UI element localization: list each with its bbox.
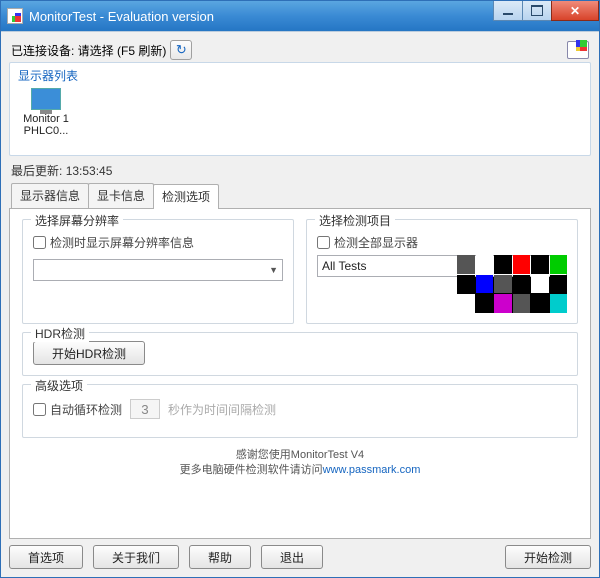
- tab-gpu-info[interactable]: 显卡信息: [88, 183, 154, 208]
- button-bar: 首选项 关于我们 帮助 退出 开始检测: [9, 539, 591, 569]
- resolution-group: 选择屏幕分辨率 检测时显示屏幕分辨率信息: [22, 219, 294, 324]
- start-test-button[interactable]: 开始检测: [505, 545, 591, 569]
- test-items-title: 选择检测项目: [315, 212, 395, 229]
- resolution-title: 选择屏幕分辨率: [31, 212, 123, 229]
- brand-icon: [567, 41, 589, 59]
- tabs-area: 显示器信息 显卡信息 检测选项 选择屏幕分辨率 检测时显示屏幕分辨率信息: [9, 183, 591, 539]
- resolution-dropdown[interactable]: [33, 259, 283, 281]
- monitor-icon: [31, 88, 61, 110]
- close-button[interactable]: [551, 1, 599, 21]
- hdr-group: HDR检测 开始HDR检测: [22, 332, 578, 376]
- content-area: 已连接设备: 请选择 (F5 刷新) ↻ 显示器列表 Monitor 1 PHL…: [1, 31, 599, 577]
- tab-test-options[interactable]: 检测选项: [153, 184, 219, 209]
- start-hdr-button[interactable]: 开始HDR检测: [33, 341, 145, 365]
- all-monitors-checkbox[interactable]: [317, 236, 330, 249]
- loop-checkbox-row[interactable]: 自动循环检测 秒作为时间间隔检测: [33, 399, 567, 419]
- connected-row: 已连接设备: 请选择 (F5 刷新) ↻: [9, 38, 591, 62]
- app-window: MonitorTest - Evaluation version 已连接设备: …: [0, 0, 600, 578]
- minimize-button[interactable]: [493, 1, 523, 21]
- loop-checkbox[interactable]: [33, 403, 46, 416]
- last-update: 最后更新: 13:53:45: [11, 162, 591, 179]
- prefs-button[interactable]: 首选项: [9, 545, 83, 569]
- interval-input[interactable]: [130, 399, 160, 419]
- hdr-title: HDR检测: [31, 325, 89, 342]
- titlebar[interactable]: MonitorTest - Evaluation version: [1, 1, 599, 31]
- monitor-name: Monitor 1: [16, 113, 76, 125]
- test-items-group: 选择检测项目 检测全部显示器 All Tests: [306, 219, 578, 324]
- exit-button[interactable]: 退出: [261, 545, 323, 569]
- maximize-button[interactable]: [522, 1, 552, 21]
- tab-strip: 显示器信息 显卡信息 检测选项: [11, 183, 591, 208]
- test-pattern-preview: [457, 255, 567, 313]
- about-button[interactable]: 关于我们: [93, 545, 179, 569]
- advanced-title: 高级选项: [31, 377, 87, 394]
- tab-panel-options: 选择屏幕分辨率 检测时显示屏幕分辨率信息 选择检测项目: [9, 208, 591, 539]
- monitor-model: PHLC0...: [16, 125, 76, 137]
- window-controls: [494, 1, 599, 21]
- help-button[interactable]: 帮助: [189, 545, 251, 569]
- connected-label: 已连接设备: 请选择 (F5 刷新): [11, 42, 166, 59]
- footer-text: 感谢您使用MonitorTest V4 更多电脑硬件检测软件请访问www.pas…: [22, 448, 578, 479]
- refresh-button[interactable]: ↻: [170, 40, 192, 60]
- all-monitors-checkbox-row[interactable]: 检测全部显示器: [317, 234, 567, 251]
- refresh-icon: ↻: [176, 42, 187, 58]
- tab-monitor-info[interactable]: 显示器信息: [11, 183, 89, 208]
- monitor-item[interactable]: Monitor 1 PHLC0...: [16, 88, 76, 137]
- app-icon: [7, 8, 23, 24]
- passmark-link[interactable]: www.passmark.com: [323, 464, 421, 476]
- resolution-checkbox-row[interactable]: 检测时显示屏幕分辨率信息: [33, 234, 283, 251]
- show-resolution-checkbox[interactable]: [33, 236, 46, 249]
- monitor-list-title: 显示器列表: [18, 67, 584, 84]
- window-title: MonitorTest - Evaluation version: [29, 9, 494, 24]
- advanced-group: 高级选项 自动循环检测 秒作为时间间隔检测: [22, 384, 578, 438]
- monitor-list-group: 显示器列表 Monitor 1 PHLC0...: [9, 62, 591, 156]
